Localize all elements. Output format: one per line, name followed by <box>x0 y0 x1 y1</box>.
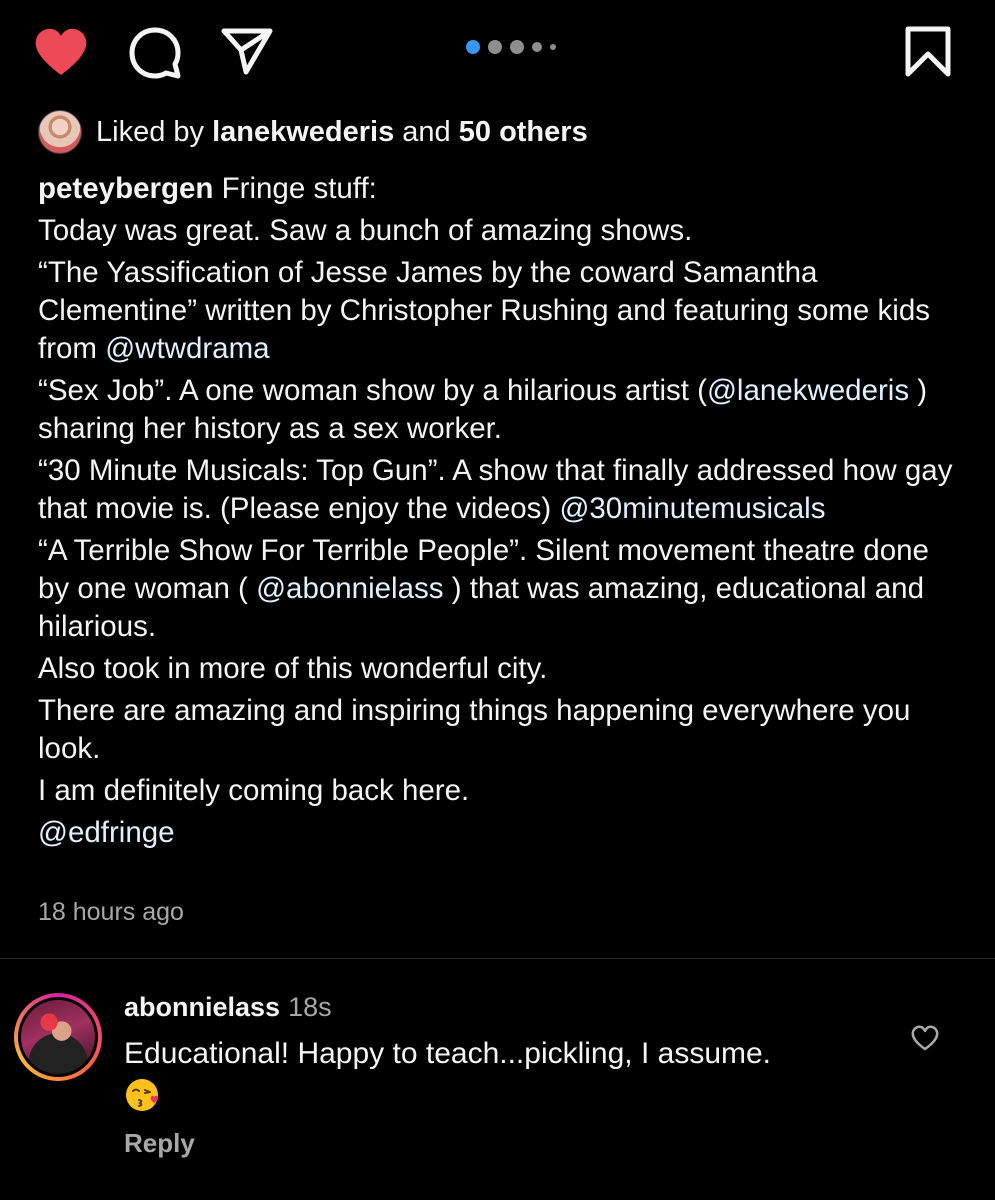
paper-plane-icon[interactable] <box>220 26 274 76</box>
caption-line: “The Yassification of Jesse James by the… <box>38 254 968 368</box>
caption-line-text: “Sex Job”. A one woman show by a hilario… <box>38 374 707 407</box>
likes-connector: and <box>402 115 451 148</box>
kissing-face-with-heart-emoji <box>126 1079 159 1112</box>
comment-time: 18s <box>288 992 332 1022</box>
mention-link[interactable]: @edfringe <box>38 816 175 849</box>
caption-line: Today was great. Saw a bunch of amazing … <box>38 214 693 247</box>
caption-line: I am definitely coming back here. <box>38 774 470 807</box>
carousel-dot <box>550 44 556 50</box>
post-timestamp: 18 hours ago <box>38 898 184 926</box>
caption-line: “A Terrible Show For Terrible People”. S… <box>38 532 968 646</box>
carousel-dot <box>510 40 524 54</box>
likes-prefix: Liked by <box>96 115 205 148</box>
comment-body: Educational! Happy to teach...pickling, … <box>124 1034 884 1114</box>
bookmark-icon[interactable] <box>904 26 952 78</box>
heart-filled-icon[interactable] <box>33 27 89 77</box>
caption-line: @edfringe <box>38 814 968 852</box>
mention-link[interactable]: @wtwdrama <box>105 332 269 365</box>
caption-title: Fringe stuff: <box>221 172 377 205</box>
likes-text: Liked by lanekwederis and 50 others <box>96 116 588 149</box>
caption-line: “Sex Job”. A one woman show by a hilario… <box>38 372 968 448</box>
section-divider <box>0 958 995 959</box>
heart-outline-icon[interactable] <box>910 1024 940 1052</box>
comment-bubble-icon[interactable] <box>128 26 182 80</box>
post-action-bar <box>0 0 995 100</box>
carousel-dot-active <box>466 40 480 54</box>
likes-summary[interactable]: Liked by lanekwederis and 50 others <box>38 110 588 154</box>
caption-line: There are amazing and inspiring things h… <box>38 694 911 765</box>
reply-button[interactable]: Reply <box>124 1128 195 1159</box>
carousel-dot <box>532 42 542 52</box>
comment-text: Educational! Happy to teach...pickling, … <box>124 1037 772 1070</box>
comment-avatar-story-ring[interactable] <box>14 993 102 1081</box>
likes-others-link[interactable]: 50 others <box>459 116 588 148</box>
avatar[interactable] <box>21 1000 95 1074</box>
liker-avatar[interactable] <box>38 110 82 154</box>
mention-link[interactable]: @abonnielass <box>256 572 443 605</box>
mention-link[interactable]: @30minutemusicals <box>559 492 825 525</box>
post-caption: peteybergen Fringe stuff: Today was grea… <box>38 170 968 856</box>
caption-header: peteybergen Fringe stuff: <box>38 170 968 208</box>
mention-link[interactable]: @lanekwederis <box>707 374 909 407</box>
carousel-indicator <box>466 39 556 55</box>
carousel-dot <box>488 40 502 54</box>
comment-header: abonnielass 18s <box>124 992 332 1023</box>
comment-username[interactable]: abonnielass <box>124 992 280 1022</box>
caption-line: “30 Minute Musicals: Top Gun”. A show th… <box>38 452 968 528</box>
caption-username[interactable]: peteybergen <box>38 172 213 205</box>
caption-line: Also took in more of this wonderful city… <box>38 652 548 685</box>
liker-username[interactable]: lanekwederis <box>212 116 394 148</box>
